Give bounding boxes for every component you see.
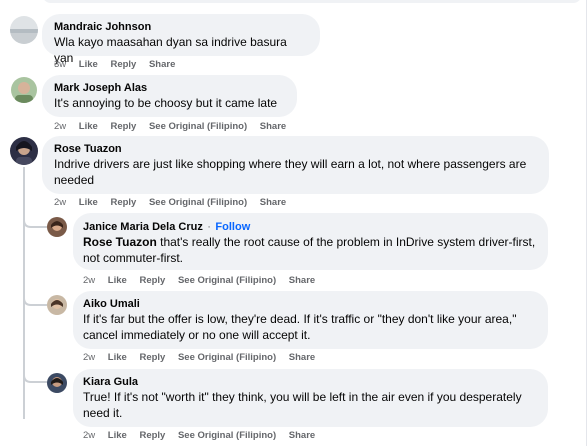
see-original-button[interactable]: See Original (Filipino) — [149, 197, 247, 209]
share-button[interactable]: Share — [289, 430, 315, 442]
comment-author[interactable]: Mark Joseph Alas — [54, 81, 285, 95]
reply-button[interactable]: Reply — [110, 197, 136, 209]
avatar-photo-icon — [47, 217, 67, 237]
like-button[interactable]: Like — [79, 197, 98, 209]
reply-timestamp[interactable]: 2w — [83, 430, 95, 442]
separator-dot: · — [207, 221, 211, 233]
see-original-button[interactable]: See Original (Filipino) — [178, 430, 276, 442]
reply-bubble: Aiko Umali If it's far but the offer is … — [73, 291, 548, 349]
avatar-photo-icon — [11, 77, 37, 103]
like-button[interactable]: Like — [79, 121, 98, 133]
reply-author[interactable]: Kiara Gula — [83, 375, 538, 389]
comment-author[interactable]: Mandraic Johnson — [54, 20, 308, 34]
comment-timestamp[interactable]: 2w — [54, 121, 66, 133]
share-button[interactable]: Share — [289, 275, 315, 287]
reply-text: True! If it's not "worth it" they think,… — [83, 390, 522, 420]
comment-author[interactable]: Rose Tuazon — [54, 142, 537, 156]
reply-author[interactable]: Aiko Umali — [83, 297, 538, 311]
like-button[interactable]: Like — [108, 275, 127, 287]
comment-actions: 2w Like Reply See Original (Filipino) Sh… — [54, 121, 296, 133]
avatar[interactable] — [47, 373, 67, 393]
see-original-button[interactable]: See Original (Filipino) — [178, 352, 276, 364]
reply-actions: 2w Like Reply See Original (Filipino) Sh… — [83, 275, 325, 287]
share-button[interactable]: Share — [260, 197, 286, 209]
avatar-photo-icon — [10, 16, 38, 44]
reply-author[interactable]: Janice Maria Dela Cruz — [83, 221, 203, 233]
reply-button[interactable]: Reply — [139, 275, 165, 287]
reply-bubble: Janice Maria Dela Cruz · Follow Rose Tua… — [73, 213, 548, 270]
reply-text: Rose Tuazon that's really the root cause… — [83, 234, 538, 266]
comment-timestamp[interactable]: 2w — [54, 197, 66, 209]
see-original-button[interactable]: See Original (Filipino) — [149, 121, 247, 133]
comment-actions: 3w Like Reply Share — [54, 59, 185, 71]
avatar[interactable] — [47, 295, 67, 315]
avatar-photo-icon — [47, 373, 67, 393]
reply-button[interactable]: Reply — [139, 352, 165, 364]
avatar[interactable] — [10, 16, 38, 44]
reply-actions: 2w Like Reply See Original (Filipino) Sh… — [83, 430, 325, 442]
avatar[interactable] — [10, 137, 38, 165]
reply-button[interactable]: Reply — [110, 59, 136, 71]
comment-text: Indrive drivers are just like shopping w… — [54, 157, 527, 187]
reply-timestamp[interactable]: 2w — [83, 352, 95, 364]
mention-link[interactable]: Rose Tuazon — [83, 235, 157, 249]
see-original-button[interactable]: See Original (Filipino) — [178, 275, 276, 287]
reply-button[interactable]: Reply — [139, 430, 165, 442]
follow-button[interactable]: Follow — [215, 221, 250, 233]
like-button[interactable]: Like — [108, 352, 127, 364]
avatar-photo-icon — [47, 295, 67, 315]
comment-bubble: Mark Joseph Alas It's annoying to be cho… — [42, 75, 297, 117]
reply-bubble: Kiara Gula True! If it's not "worth it" … — [73, 369, 548, 427]
comment-timestamp[interactable]: 3w — [54, 59, 66, 71]
comment-bubble: Rose Tuazon Indrive drivers are just lik… — [42, 136, 549, 194]
like-button[interactable]: Like — [79, 59, 98, 71]
like-button[interactable]: Like — [108, 430, 127, 442]
comment-text: It's annoying to be choosy but it came l… — [54, 96, 278, 110]
avatar[interactable] — [11, 77, 37, 103]
reply-actions: 2w Like Reply See Original (Filipino) Sh… — [83, 352, 325, 364]
avatar-photo-icon — [10, 137, 38, 165]
reply-thread-line — [23, 167, 25, 191]
comment-bubble: Mandraic Johnson Wla kayo maasahan dyan … — [42, 14, 320, 65]
reply-text: If it's far but the offer is low, they'r… — [83, 312, 517, 342]
share-button[interactable]: Share — [289, 352, 315, 364]
comment-actions: 2w Like Reply See Original (Filipino) Sh… — [54, 197, 296, 209]
avatar[interactable] — [47, 217, 67, 237]
share-button[interactable]: Share — [260, 121, 286, 133]
reply-timestamp[interactable]: 2w — [83, 275, 95, 287]
share-button[interactable]: Share — [149, 59, 175, 71]
previous-comment-bubble — [42, 0, 582, 3]
reply-button[interactable]: Reply — [110, 121, 136, 133]
reply-connector-lines — [23, 210, 47, 383]
